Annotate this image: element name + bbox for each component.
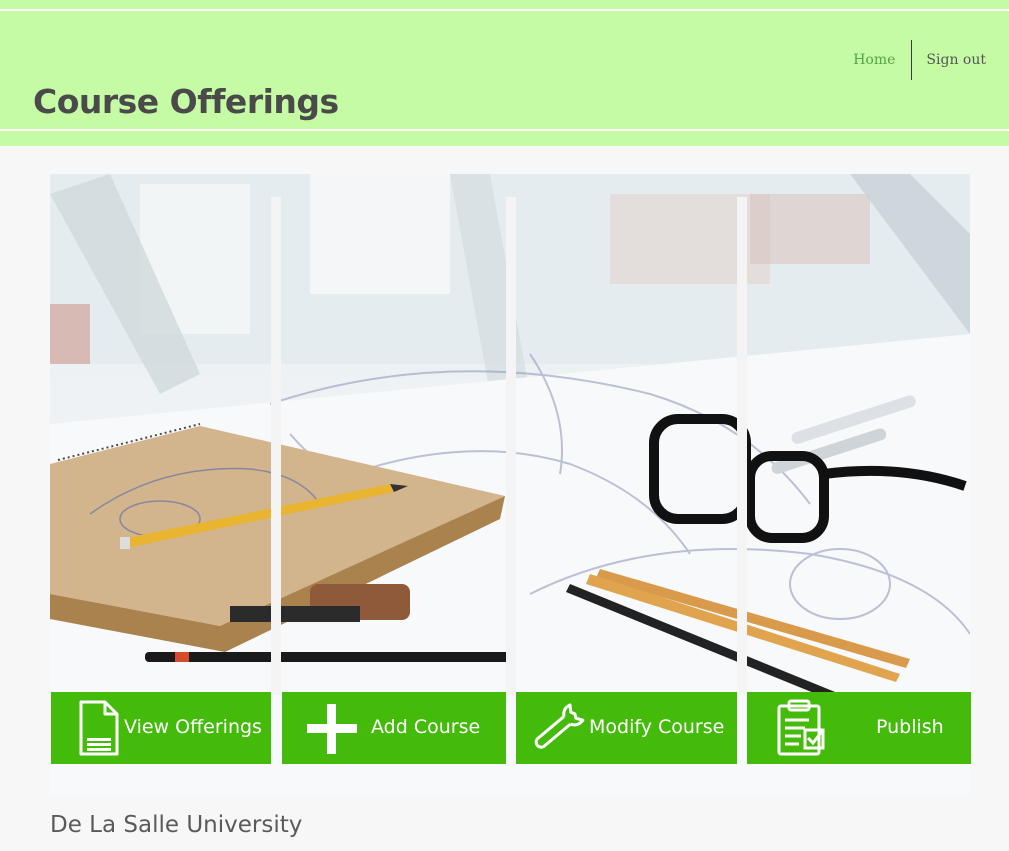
nav-sign-out-link[interactable]: Sign out — [912, 52, 986, 68]
view-offerings-label: View Offerings — [124, 716, 262, 738]
nav-home-link[interactable]: Home — [853, 52, 911, 68]
header-top-rule — [0, 9, 1009, 11]
university-name: De La Salle University — [50, 812, 303, 838]
modify-course-button[interactable]: Modify Course — [516, 692, 737, 764]
page-title: Course Offerings — [33, 82, 339, 121]
clipboard-check-icon — [775, 692, 831, 764]
add-course-label: Add Course — [371, 716, 481, 738]
publish-label: Publish — [876, 716, 944, 738]
panel-divider — [506, 197, 516, 695]
wrench-icon — [528, 692, 588, 764]
panel-divider — [737, 197, 747, 695]
document-icon — [77, 692, 121, 764]
page-header: Course Offerings Home Sign out — [0, 0, 1009, 146]
panel-divider — [271, 197, 281, 695]
plus-icon — [306, 692, 358, 764]
publish-button[interactable]: Publish — [747, 692, 971, 764]
modify-course-label: Modify Course — [589, 716, 725, 738]
top-nav: Home Sign out — [853, 40, 986, 80]
header-bottom-rule — [0, 129, 1009, 131]
view-offerings-button[interactable]: View Offerings — [51, 692, 271, 764]
add-course-button[interactable]: Add Course — [282, 692, 506, 764]
